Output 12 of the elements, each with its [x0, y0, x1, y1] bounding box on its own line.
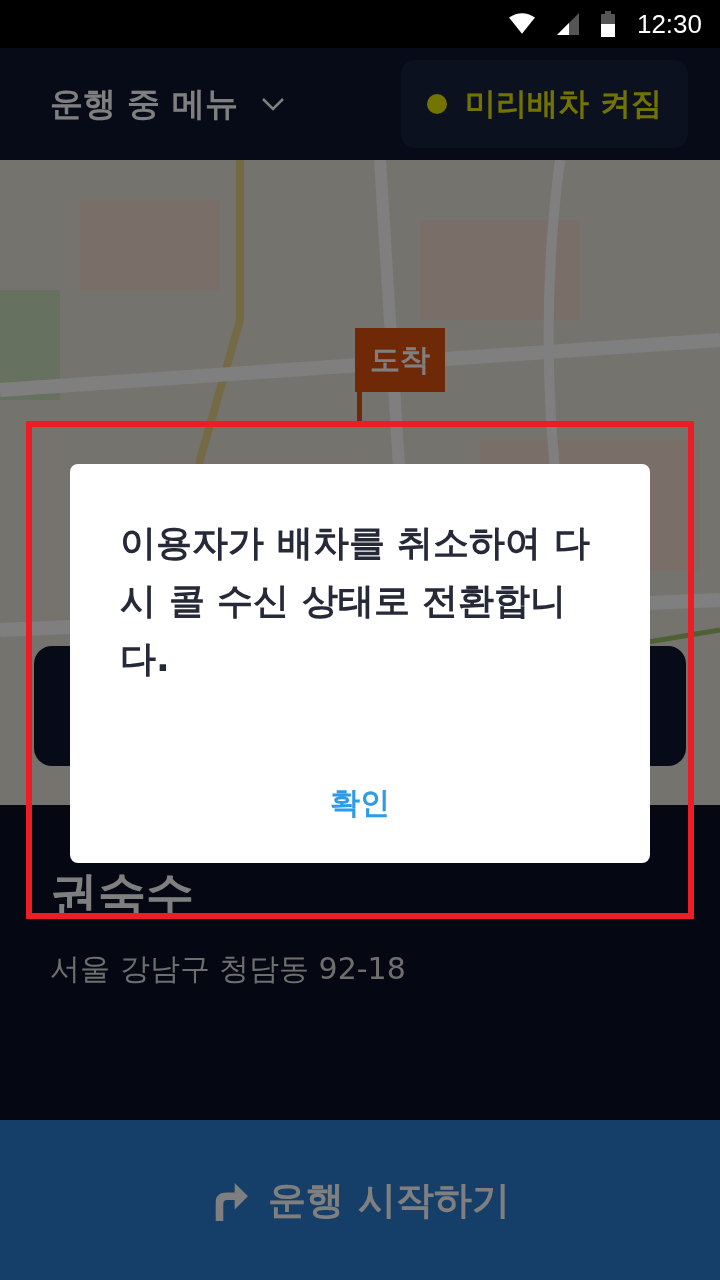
chevron-down-icon [260, 97, 286, 111]
start-trip-button[interactable]: 운행 시작하기 [0, 1120, 720, 1280]
status-time: 12:30 [636, 8, 702, 40]
menu-dropdown[interactable]: 운행 중 메뉴 [50, 81, 286, 127]
battery-icon [600, 11, 615, 37]
destination-flag: 도착 [355, 328, 445, 392]
dialog-message: 이용자가 배차를 취소하여 다시 콜 수신 상태로 전환합니다. [120, 521, 591, 681]
pre-dispatch-toggle[interactable]: 미리배차 켜짐 [401, 60, 688, 148]
passenger-address: 서울 강남구 청담동 92-18 [50, 950, 407, 988]
confirm-button[interactable]: 확인 [310, 773, 410, 833]
wifi-icon [508, 13, 535, 35]
signal-icon [556, 13, 579, 35]
